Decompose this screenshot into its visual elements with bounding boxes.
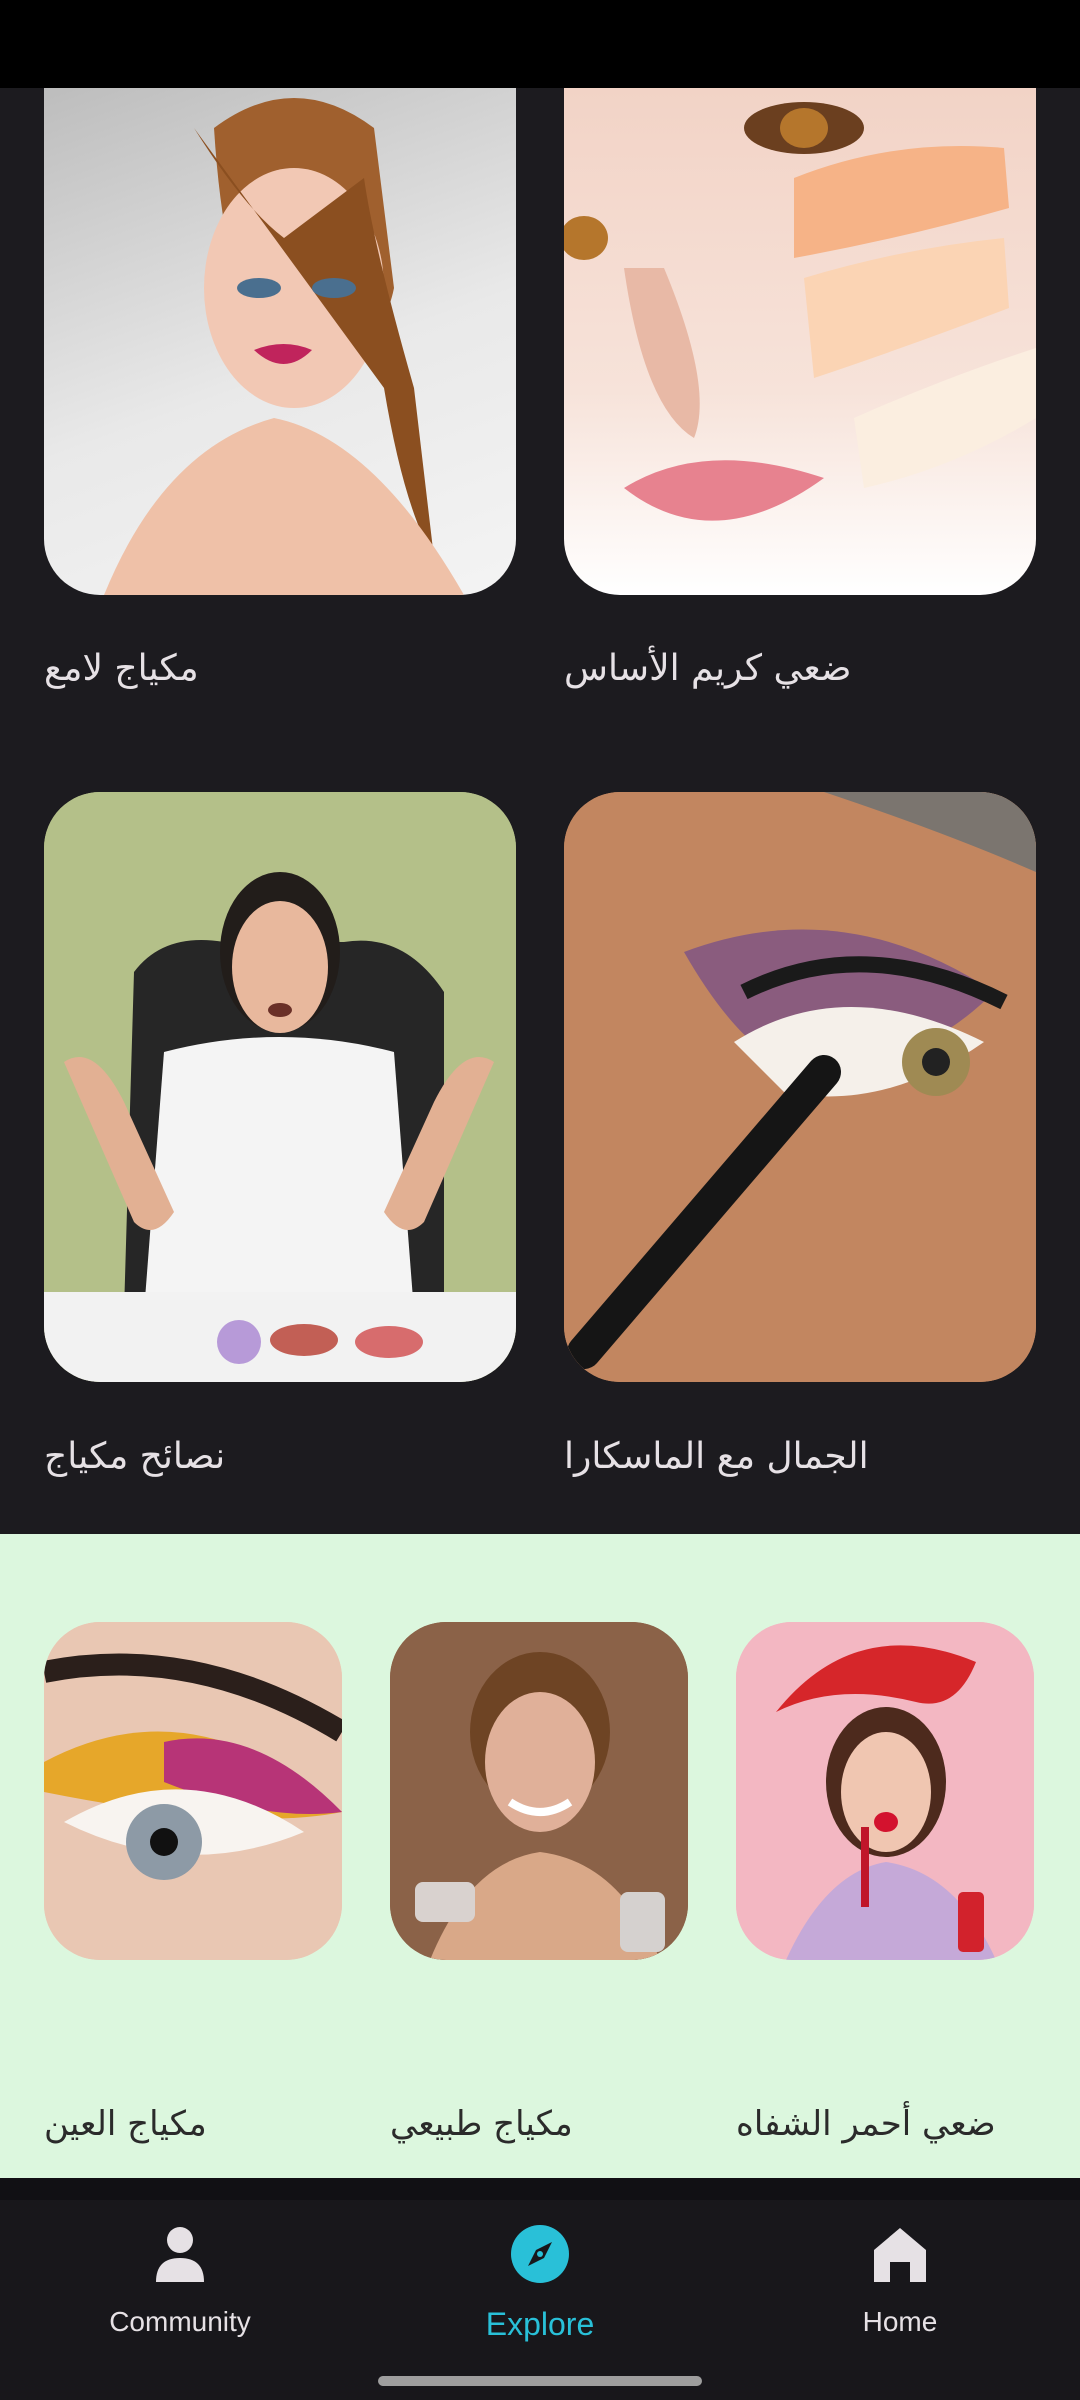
category-label: ضعي أحمر الشفاه: [736, 2104, 996, 2144]
screen: مكياج لامع ضعي كريم الأساس نصائح مكياج ا…: [0, 0, 1080, 2400]
category-image: [44, 1622, 342, 1960]
category-natural-makeup[interactable]: مكياج طبيعي: [390, 1622, 688, 2144]
bottom-navigation: Community Explore Home: [0, 2178, 1080, 2400]
card-label: مكياج لامع: [44, 648, 199, 689]
card-image: [564, 88, 1036, 595]
nav-community[interactable]: Community: [30, 2224, 330, 2338]
person-icon: [150, 2224, 210, 2284]
card-image: [44, 88, 516, 595]
card-image: [44, 792, 516, 1382]
card-mascara[interactable]: الجمال مع الماسكارا: [564, 792, 1036, 1477]
category-label: مكياج طبيعي: [390, 2104, 573, 2144]
gesture-bar[interactable]: [378, 2376, 702, 2386]
card-label: نصائح مكياج: [44, 1436, 226, 1477]
card-shiny-makeup[interactable]: مكياج لامع: [44, 88, 516, 689]
compass-icon: [510, 2224, 570, 2284]
status-bar: [0, 0, 1080, 88]
card-image: [564, 792, 1036, 1382]
nav-label: Community: [109, 2306, 251, 2337]
nav-label: Explore: [485, 2306, 595, 2342]
divider: [0, 2178, 1080, 2200]
category-image: [390, 1622, 688, 1960]
home-icon: [870, 2224, 930, 2284]
featured-grid: مكياج لامع ضعي كريم الأساس نصائح مكياج ا…: [0, 88, 1080, 1534]
nav-home[interactable]: Home: [750, 2224, 1050, 2338]
category-label: مكياج العين: [44, 2104, 207, 2144]
card-label: الجمال مع الماسكارا: [564, 1436, 869, 1477]
card-makeup-tips[interactable]: نصائح مكياج: [44, 792, 516, 1477]
category-eye-makeup[interactable]: مكياج العين: [44, 1622, 342, 2144]
category-lipstick[interactable]: ضعي أحمر الشفاه: [736, 1622, 1034, 2144]
nav-explore[interactable]: Explore: [390, 2224, 690, 2343]
card-label: ضعي كريم الأساس: [564, 648, 852, 689]
card-foundation[interactable]: ضعي كريم الأساس: [564, 88, 1036, 689]
categories-section: مكياج العين مكياج طبيعي ضعي أحمر الشفاه: [0, 1534, 1080, 2178]
nav-label: Home: [862, 2306, 938, 2337]
category-image: [736, 1622, 1034, 1960]
